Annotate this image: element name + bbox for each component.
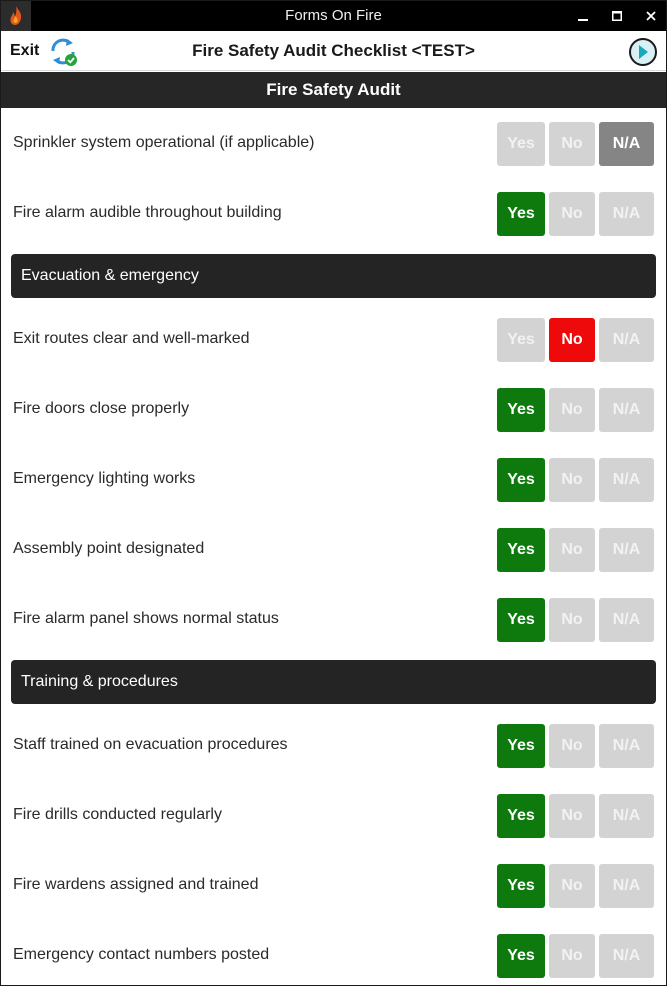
question-label: Staff trained on evacuation procedures: [13, 736, 288, 753]
na-button[interactable]: N/A: [599, 318, 654, 362]
no-button[interactable]: No: [549, 388, 595, 432]
question-row: Assembly point designated Yes No N/A: [1, 514, 666, 584]
question-row: Fire alarm panel shows normal status Yes N…: [1, 584, 666, 654]
na-button[interactable]: N/A: [599, 458, 654, 502]
question-label: Fire alarm audible throughout building: [13, 204, 282, 221]
answer-options: Yes No N/A: [497, 864, 654, 908]
yes-button[interactable]: Yes: [497, 794, 545, 838]
no-button[interactable]: No: [549, 934, 595, 978]
answer-options: Yes No N/A: [497, 934, 654, 978]
no-button[interactable]: No: [549, 864, 595, 908]
answer-options: Yes No N/A: [497, 192, 654, 236]
na-button[interactable]: N/A: [599, 864, 654, 908]
yes-button[interactable]: Yes: [497, 724, 545, 768]
question-label: Exit routes clear and well-marked: [13, 330, 250, 347]
title-bar: Forms On Fire: [1, 1, 666, 31]
answer-options: Yes No N/A: [497, 122, 654, 166]
na-button[interactable]: N/A: [599, 388, 654, 432]
close-button[interactable]: [634, 1, 666, 31]
question-row: Emergency contact numbers posted Yes No N/A: [1, 920, 666, 985]
na-button[interactable]: N/A: [599, 528, 654, 572]
yes-button[interactable]: Yes: [497, 528, 545, 572]
question-row: Exit routes clear and well-marked Yes No N/…: [1, 304, 666, 374]
section-title: Training & procedures: [11, 660, 656, 704]
minimize-button[interactable]: [566, 1, 600, 31]
exit-button[interactable]: Exit: [10, 31, 39, 71]
sync-icon[interactable]: [47, 37, 79, 67]
na-button[interactable]: N/A: [599, 794, 654, 838]
question-row: Sprinkler system operational (if applica…: [1, 108, 666, 178]
yes-button[interactable]: Yes: [497, 864, 545, 908]
question-label: Fire wardens assigned and trained: [13, 876, 259, 893]
no-button[interactable]: No: [549, 598, 595, 642]
question-label: Emergency lighting works: [13, 470, 196, 487]
no-button[interactable]: No: [549, 794, 595, 838]
yes-button[interactable]: Yes: [497, 388, 545, 432]
answer-options: Yes No N/A: [497, 598, 654, 642]
yes-button[interactable]: Yes: [497, 934, 545, 978]
yes-button[interactable]: Yes: [497, 122, 545, 166]
page-title: Fire Safety Audit: [1, 72, 666, 108]
question-label: Sprinkler system operational (if applica…: [13, 134, 315, 151]
no-button[interactable]: No: [549, 724, 595, 768]
answer-options: Yes No N/A: [497, 528, 654, 572]
no-button[interactable]: No: [549, 122, 595, 166]
section-header: Evacuation & emergency: [1, 248, 666, 304]
answer-options: Yes No N/A: [497, 724, 654, 768]
next-arrow-icon[interactable]: [628, 37, 658, 67]
answer-options: Yes No N/A: [497, 318, 654, 362]
section-header: Training & procedures: [1, 654, 666, 710]
answer-options: Yes No N/A: [497, 458, 654, 502]
checklist: Sprinkler system operational (if applica…: [1, 108, 666, 985]
no-button[interactable]: No: [549, 192, 595, 236]
question-label: Emergency contact numbers posted: [13, 946, 270, 963]
question-row: Fire doors close properly Yes No N/A: [1, 374, 666, 444]
question-row: Fire alarm audible throughout building Ye…: [1, 178, 666, 248]
form-header: Exit Fire Safety Audit Checklist <TEST>: [1, 31, 666, 71]
maximize-button[interactable]: [600, 1, 634, 31]
question-row: Fire drills conducted regularly Yes No N/A: [1, 780, 666, 850]
form-title: Fire Safety Audit Checklist <TEST>: [192, 41, 475, 60]
answer-options: Yes No N/A: [497, 794, 654, 838]
question-label: Fire doors close properly: [13, 400, 190, 417]
question-label: Fire alarm panel shows normal status: [13, 610, 279, 627]
question-row: Emergency lighting works Yes No N/A: [1, 444, 666, 514]
no-button[interactable]: No: [549, 318, 595, 362]
na-button[interactable]: N/A: [599, 122, 654, 166]
na-button[interactable]: N/A: [599, 192, 654, 236]
no-button[interactable]: No: [549, 458, 595, 502]
question-row: Fire wardens assigned and trained Yes No N/…: [1, 850, 666, 920]
yes-button[interactable]: Yes: [497, 318, 545, 362]
na-button[interactable]: N/A: [599, 934, 654, 978]
section-title: Evacuation & emergency: [11, 254, 656, 298]
app-window: Forms On Fire Exit Fire Safety Audit Che…: [0, 0, 667, 986]
question-label: Fire drills conducted regularly: [13, 806, 222, 823]
answer-options: Yes No N/A: [497, 388, 654, 432]
na-button[interactable]: N/A: [599, 724, 654, 768]
question-row: Staff trained on evacuation procedures Ye…: [1, 710, 666, 780]
yes-button[interactable]: Yes: [497, 192, 545, 236]
na-button[interactable]: N/A: [599, 598, 654, 642]
flame-icon: [1, 1, 31, 31]
no-button[interactable]: No: [549, 528, 595, 572]
question-label: Assembly point designated: [13, 540, 205, 557]
yes-button[interactable]: Yes: [497, 598, 545, 642]
yes-button[interactable]: Yes: [497, 458, 545, 502]
